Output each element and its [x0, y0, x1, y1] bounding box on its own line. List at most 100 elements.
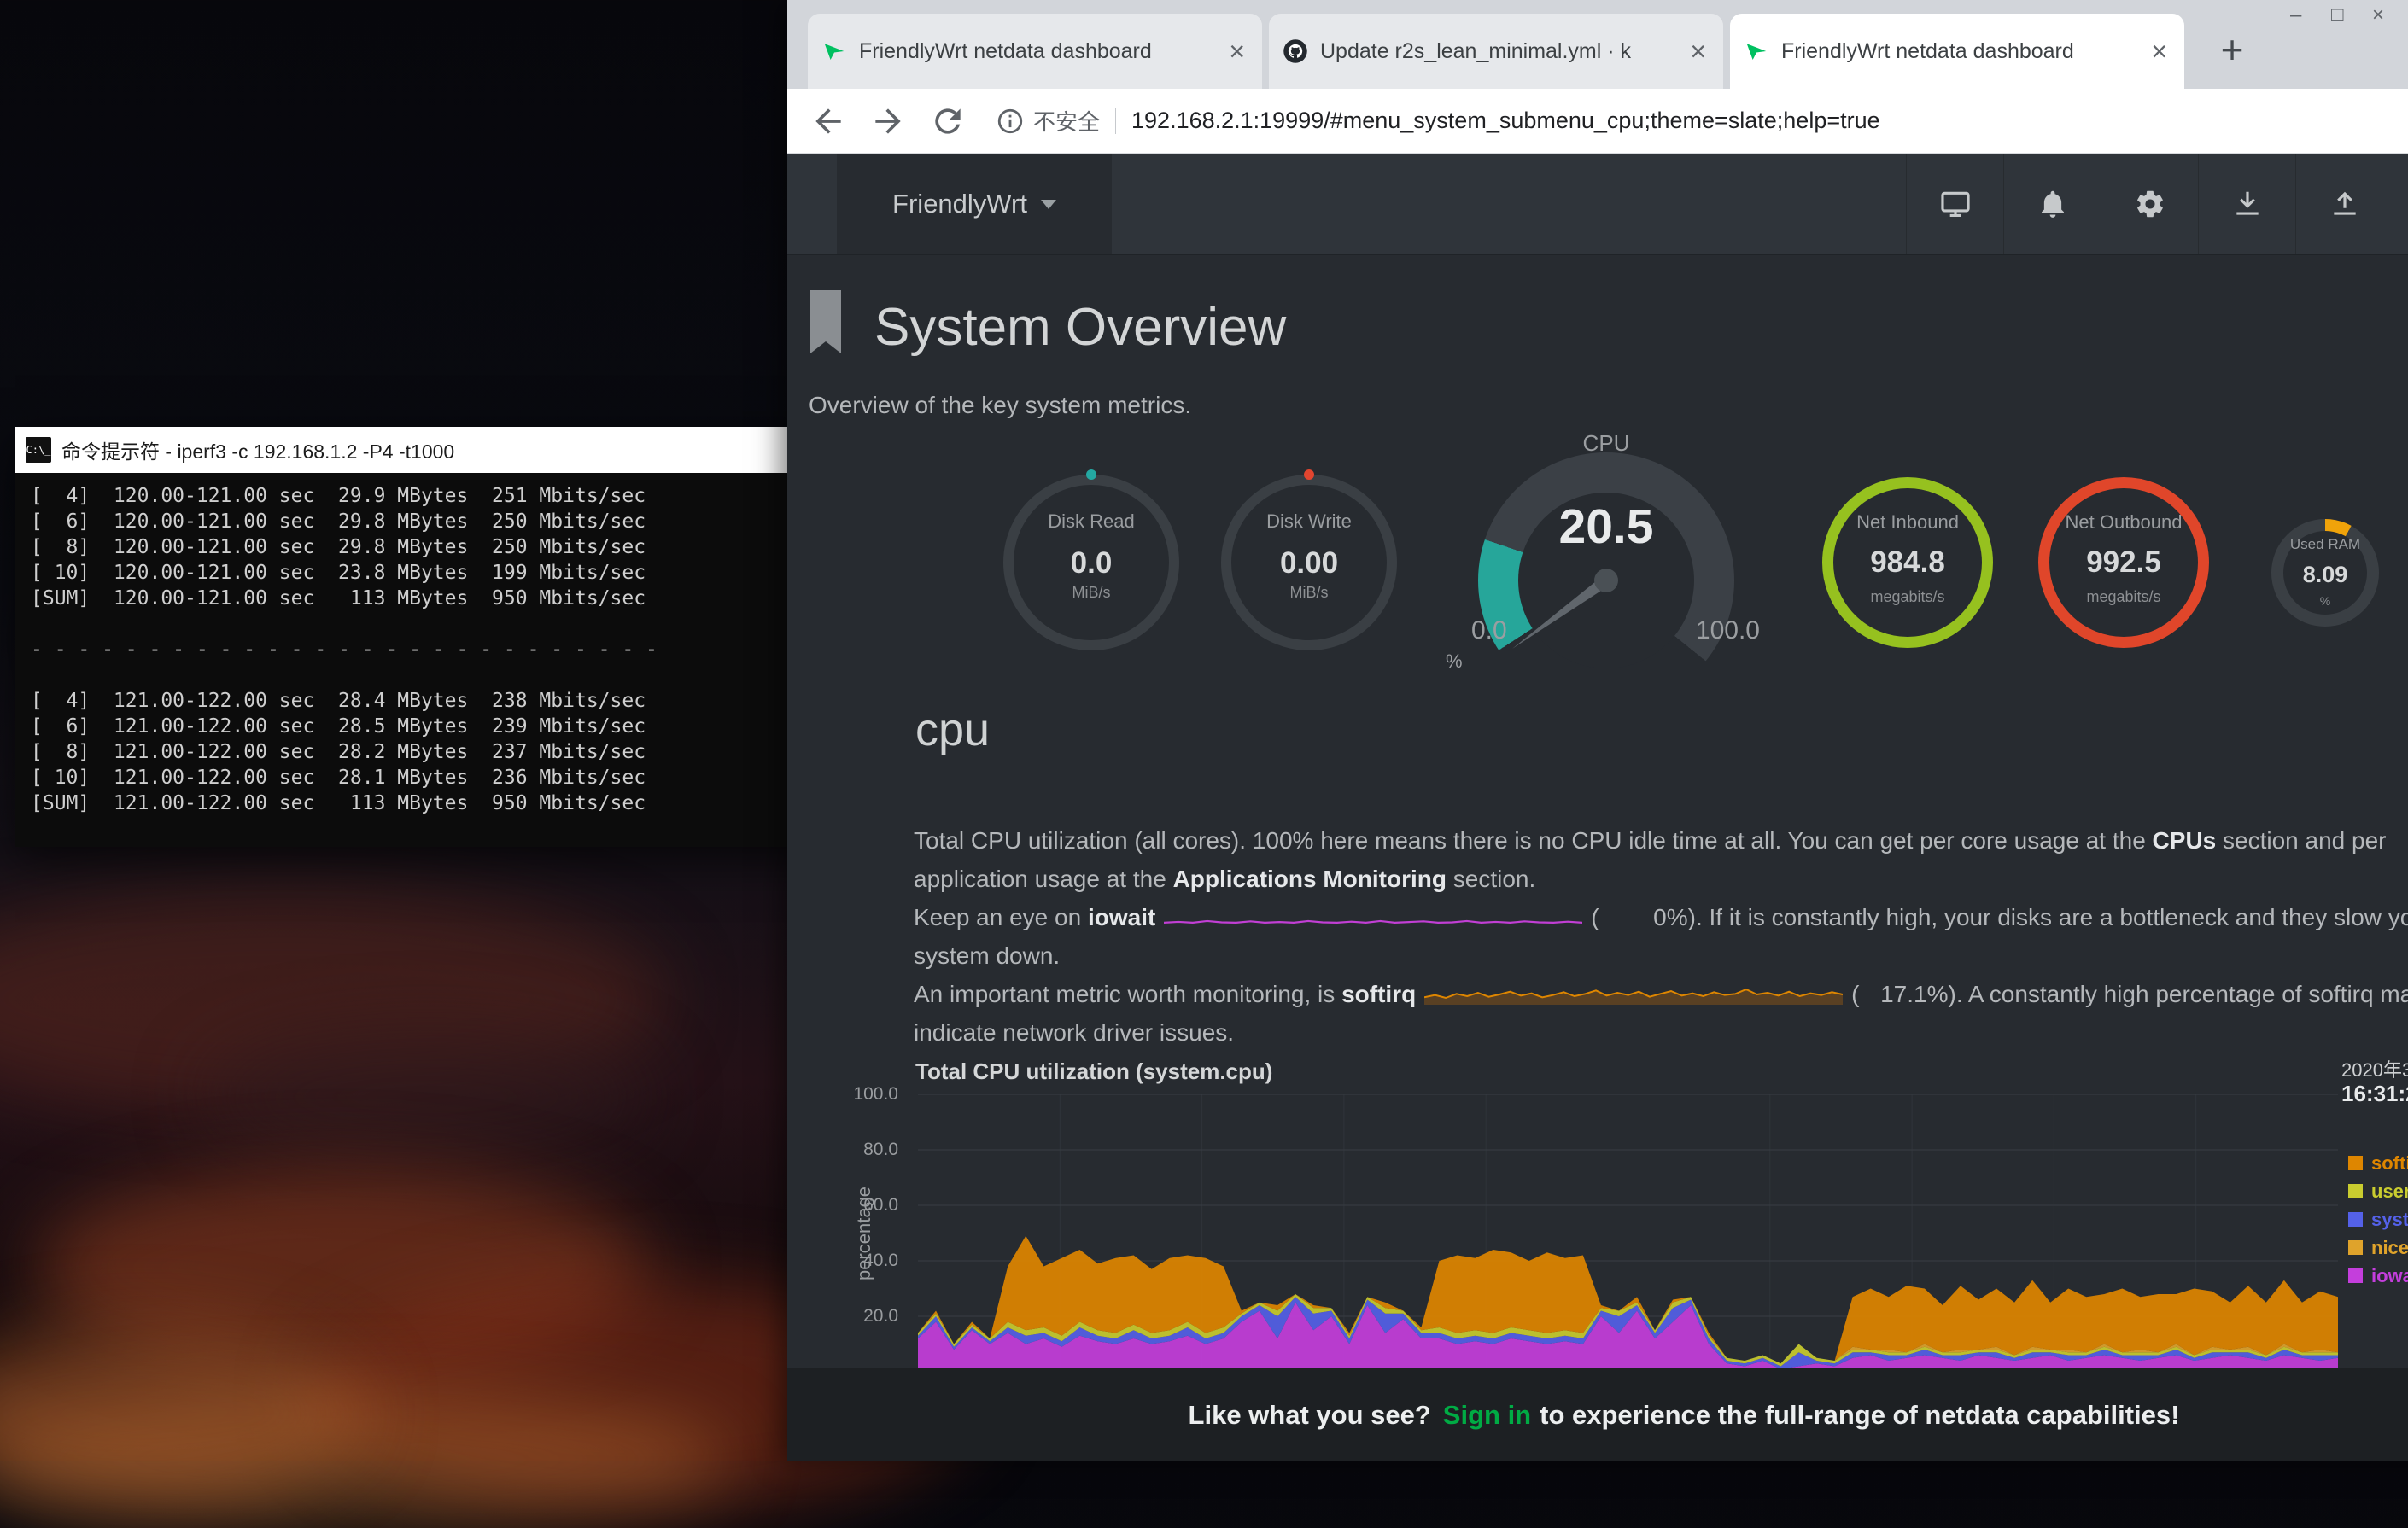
legend-item-user[interactable]: user [2348, 1177, 2408, 1205]
banner-text: Like what you see? [1189, 1400, 1431, 1431]
text: An important metric worth monitoring, is [914, 981, 1341, 1007]
gauge-hub [1594, 569, 1618, 592]
terminal-line: [SUM] 121.00-122.00 sec 113 MBytes 950 M… [31, 790, 856, 816]
terminal-line: [ 6] 121.00-122.00 sec 28.5 MBytes 239 M… [31, 714, 856, 739]
gauge-unit: MiB/s [1221, 584, 1397, 602]
gauge-label: Net Inbound [1822, 511, 1993, 534]
terminal-window: C:\_ 命令提示符 - iperf3 -c 192.168.1.2 -P4 -… [15, 427, 856, 847]
text: indicate network driver issues. [914, 1019, 1234, 1046]
softirq-sparkline-chart[interactable] [1424, 984, 1843, 1005]
chart-title: Total CPU utilization (system.cpu) [915, 1059, 1272, 1085]
my-netdata-menu[interactable]: FriendlyWrt [837, 154, 1112, 254]
legend-item-iowait[interactable]: iowait [2348, 1262, 2408, 1290]
monitor-icon-button[interactable] [1906, 154, 2003, 254]
reload-button[interactable] [929, 102, 967, 140]
page-title: System Overview [874, 297, 1286, 358]
terminal-line: [ 4] 120.00-121.00 sec 29.9 MBytes 251 M… [31, 483, 856, 509]
terminal-line [31, 662, 856, 688]
wallpaper-cloud [0, 1391, 734, 1528]
text: ( [1591, 904, 1599, 930]
tab-close-icon[interactable]: × [1225, 38, 1248, 64]
y-axis-tick: 100.0 [853, 1084, 898, 1105]
tab-close-icon[interactable]: × [1686, 38, 1710, 64]
new-tab-button[interactable]: + [2208, 26, 2256, 73]
legend-item-softirq[interactable]: softirq [2348, 1149, 2408, 1177]
cpu-gauge[interactable]: CPU 20.5 0.0 100.0 % [1478, 452, 1734, 709]
export-snapshot-icon-button[interactable] [2295, 154, 2393, 254]
alarms-bell-icon-button[interactable] [2003, 154, 2101, 254]
chart-legend: softirq usersystemniceiowait [2348, 1149, 2408, 1290]
y-axis-tick: 80.0 [863, 1140, 898, 1160]
netdata-logo-icon [821, 38, 847, 64]
net-outbound-gauge[interactable]: Net Outbound 992.5 megabits/s [2038, 477, 2209, 648]
used-ram-gauge[interactable]: Used RAM 8.09 % [2271, 519, 2379, 627]
chevron-down-icon [1041, 200, 1056, 209]
softirq-label: softirq [1341, 981, 1416, 1007]
gauge-unit: megabits/s [2038, 588, 2209, 606]
info-icon[interactable] [996, 107, 1025, 136]
iowait-sparkline-chart[interactable] [1164, 907, 1582, 928]
window-minimize-button[interactable]: – [2290, 3, 2301, 27]
tab-title: FriendlyWrt netdata dashboard [1781, 39, 2136, 64]
cpu-help-line-2: application usage at the Applications Mo… [914, 860, 2408, 898]
tab-strip: FriendlyWrt netdata dashboard × Update r… [787, 0, 2408, 89]
cmd-icon: C:\_ [26, 437, 51, 463]
tab-title: Update r2s_lean_minimal.yml · k [1320, 39, 1674, 64]
browser-window: FriendlyWrt netdata dashboard × Update r… [787, 0, 2408, 1461]
cpu-help-line-6: indicate network driver issues. [914, 1013, 2408, 1052]
tab-github-commit[interactable]: Update r2s_lean_minimal.yml · k × [1269, 14, 1723, 89]
cpu-utilization-chart[interactable] [918, 1094, 2338, 1372]
chart-time: 16:31:2 [2341, 1081, 2408, 1107]
address-separator [1115, 108, 1116, 134]
tab-close-icon[interactable]: × [2148, 38, 2171, 64]
signin-banner: Like what you see? Sign in to experience… [787, 1368, 2408, 1461]
gauge-value: 0.0 [1003, 546, 1179, 580]
window-maximize-button[interactable]: □ [2331, 3, 2344, 27]
legend-item-nice[interactable]: nice [2348, 1233, 2408, 1262]
back-button[interactable] [809, 102, 847, 140]
cpus-section-link[interactable]: CPUs [2153, 827, 2217, 854]
window-close-button[interactable]: × [2372, 3, 2384, 27]
legend-label: softirq [2371, 1152, 2408, 1175]
legend-item-system[interactable]: system [2348, 1205, 2408, 1233]
cpu-help-line-5: An important metric worth monitoring, is… [914, 975, 2408, 1013]
browser-toolbar: 不安全 192.168.2.1:19999/#menu_system_subme… [787, 89, 2408, 154]
disk-write-gauge[interactable]: Disk Write 0.00 MiB/s [1221, 475, 1397, 650]
gauge-unit: MiB/s [1003, 584, 1179, 602]
net-inbound-gauge[interactable]: Net Inbound 984.8 megabits/s [1822, 477, 1993, 648]
sign-in-link[interactable]: Sign in [1443, 1400, 1531, 1431]
cpu-help-line-4: system down. [914, 936, 2408, 975]
page-subtitle: Overview of the key system metrics. [809, 392, 1191, 419]
security-label[interactable]: 不安全 [1033, 105, 1100, 137]
text: ). If it is constantly high, your disks … [1688, 904, 2408, 930]
text: Total CPU utilization (all cores). 100% … [914, 827, 2153, 854]
forward-button[interactable] [869, 102, 907, 140]
import-snapshot-icon-button[interactable] [2198, 154, 2295, 254]
terminal-titlebar[interactable]: C:\_ 命令提示符 - iperf3 -c 192.168.1.2 -P4 -… [15, 427, 856, 473]
text: system down. [914, 942, 1060, 969]
settings-gear-icon-button[interactable] [2101, 154, 2198, 254]
netdata-navbar: FriendlyWrt [787, 154, 2408, 255]
gauge-min: 0.0 [1471, 616, 1507, 645]
cpu-help-line-1: Total CPU utilization (all cores). 100% … [914, 821, 2408, 860]
y-axis-tick: 60.0 [863, 1195, 898, 1216]
disk-read-gauge[interactable]: Disk Read 0.0 MiB/s [1003, 475, 1179, 650]
text: section. [1447, 866, 1535, 892]
gauge-unit: % [2271, 594, 2379, 608]
terminal-line: [ 8] 121.00-122.00 sec 28.2 MBytes 237 M… [31, 739, 856, 765]
legend-color-box [2348, 1268, 2363, 1283]
address-bar[interactable]: 不安全 192.168.2.1:19999/#menu_system_subme… [996, 99, 2408, 143]
bookmark-icon [809, 290, 843, 361]
tab-friendlywrt-netdata-2-active[interactable]: FriendlyWrt netdata dashboard × [1730, 14, 2184, 89]
tab-friendlywrt-netdata-1[interactable]: FriendlyWrt netdata dashboard × [808, 14, 1262, 89]
legend-label: user [2371, 1181, 2408, 1203]
applications-monitoring-link[interactable]: Applications Monitoring [1173, 866, 1447, 892]
y-axis-tick: 20.0 [863, 1306, 898, 1327]
tab-title: FriendlyWrt netdata dashboard [859, 39, 1213, 64]
cpu-help-text: Total CPU utilization (all cores). 100% … [914, 821, 2408, 1052]
gauge-marker-dot [1086, 469, 1096, 480]
url-text: 192.168.2.1:19999/#menu_system_submenu_c… [1131, 108, 2408, 134]
iowait-value: 0% [1599, 898, 1688, 936]
terminal-line: [ 6] 120.00-121.00 sec 29.8 MBytes 250 M… [31, 509, 856, 534]
terminal-output[interactable]: [ 4] 120.00-121.00 sec 29.9 MBytes 251 M… [15, 473, 856, 847]
